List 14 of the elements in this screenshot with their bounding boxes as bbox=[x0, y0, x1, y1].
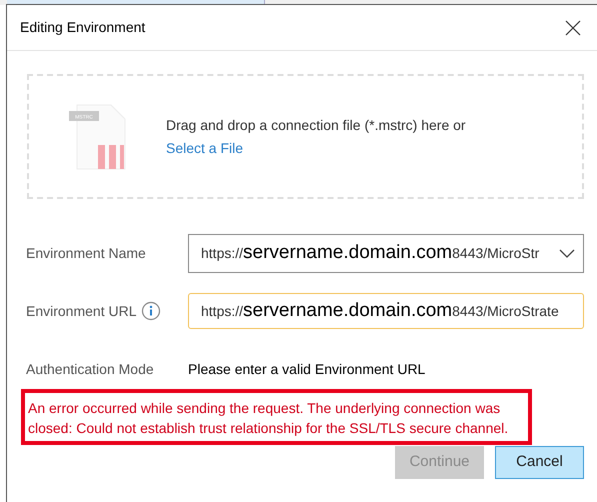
dialog-title: Editing Environment bbox=[20, 18, 146, 37]
cancel-button[interactable]: Cancel bbox=[495, 446, 584, 479]
chevron-down-icon bbox=[559, 248, 575, 258]
environment-dropdown[interactable]: https://servername.domain.com8443/MicroStr bbox=[188, 234, 584, 273]
select-file-link[interactable]: Select a File bbox=[166, 138, 466, 158]
field-label: Environment URL bbox=[26, 302, 136, 320]
field-label: Authentication Mode bbox=[26, 360, 154, 379]
drop-instructions: Drag and drop a connection file (*.mstrc) here or bbox=[166, 116, 466, 135]
field-label: Environment Name bbox=[26, 244, 146, 263]
error-message: An error occurred while sending the request. The underlying connection was closed: Could not establish trust relationship for the SSL/TLS secure channel. bbox=[21, 389, 532, 445]
url-input-field[interactable]: https://servername.domain.com8443/MicroStrate bbox=[188, 293, 584, 329]
validation-message: Please enter a valid Environment URL bbox=[188, 360, 426, 379]
info-icon[interactable] bbox=[140, 301, 160, 321]
close-icon[interactable] bbox=[565, 20, 581, 36]
